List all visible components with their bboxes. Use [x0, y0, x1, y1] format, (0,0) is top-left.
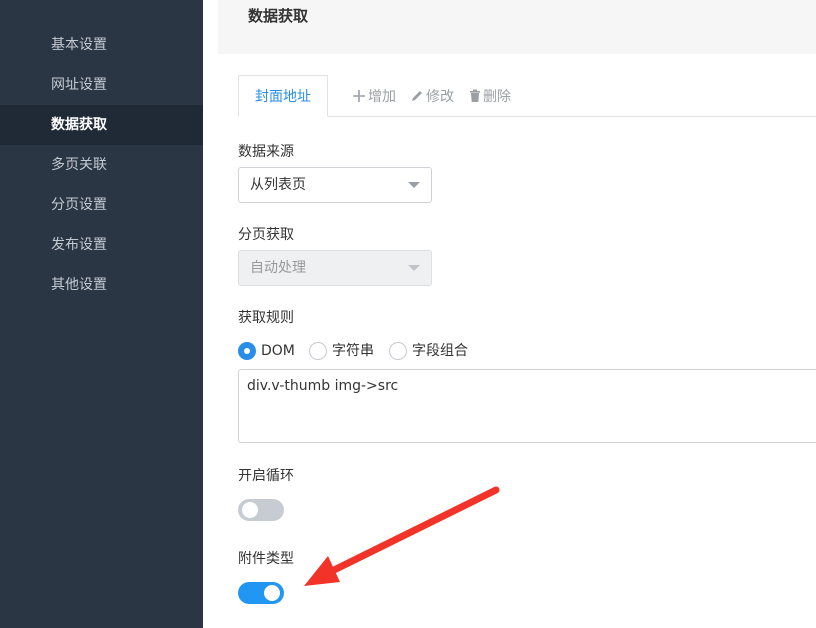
radio-string-label: 字符串: [332, 343, 374, 359]
sidebar-item-url-settings[interactable]: 网址设置: [0, 65, 203, 105]
data-source-value: 从列表页: [250, 177, 306, 193]
radio-dom-label: DOM: [261, 343, 295, 359]
page-header: 数据获取: [218, 0, 816, 54]
toggle-knob: [264, 585, 280, 601]
plus-icon: [353, 90, 365, 102]
trash-icon: [470, 89, 480, 102]
data-source-label: 数据来源: [238, 144, 294, 160]
pagination-fetch-value: 自动处理: [250, 260, 306, 276]
sidebar-item-publish[interactable]: 发布设置: [0, 225, 203, 265]
page-title: 数据获取: [248, 7, 309, 25]
radio-unchecked-icon: [309, 342, 327, 360]
main-panel: 数据获取 封面地址 增加 修改 删除 数据来源 从列表页 分页获取 自动处理 获…: [203, 0, 816, 628]
attachment-type-toggle[interactable]: [238, 582, 284, 604]
sidebar-item-data-fetch[interactable]: 数据获取: [0, 105, 203, 145]
delete-button[interactable]: 删除: [469, 86, 511, 108]
attachment-type-label: 附件类型: [238, 551, 294, 567]
enable-loop-label: 开启循环: [238, 468, 294, 484]
radio-field-combo-label: 字段组合: [412, 343, 468, 359]
edit-label: 修改: [426, 89, 454, 105]
caret-down-icon: [408, 182, 420, 188]
pagination-fetch-select: 自动处理: [238, 250, 432, 286]
add-label: 增加: [368, 89, 396, 105]
sidebar-item-multipage[interactable]: 多页关联: [0, 145, 203, 185]
pagination-fetch-label: 分页获取: [238, 227, 294, 243]
delete-label: 删除: [483, 89, 511, 105]
toggle-knob: [242, 502, 258, 518]
tab-cover-url[interactable]: 封面地址: [238, 75, 328, 117]
add-button[interactable]: 增加: [352, 86, 396, 108]
sidebar-item-basic-settings[interactable]: 基本设置: [0, 25, 203, 65]
radio-unchecked-icon: [389, 342, 407, 360]
radio-checked-icon: [238, 342, 256, 360]
enable-loop-toggle[interactable]: [238, 499, 284, 521]
fetch-rule-textarea[interactable]: div.v-thumb img->src: [238, 369, 816, 443]
data-source-select[interactable]: 从列表页: [238, 167, 432, 203]
sidebar-item-pagination[interactable]: 分页设置: [0, 185, 203, 225]
fetch-rule-label: 获取规则: [238, 310, 294, 326]
sidebar-item-other[interactable]: 其他设置: [0, 265, 203, 305]
edit-button[interactable]: 修改: [410, 86, 454, 108]
sidebar: 基本设置 网址设置 数据获取 多页关联 分页设置 发布设置 其他设置: [0, 0, 203, 628]
caret-down-icon: [408, 265, 420, 271]
pencil-icon: [412, 91, 422, 101]
